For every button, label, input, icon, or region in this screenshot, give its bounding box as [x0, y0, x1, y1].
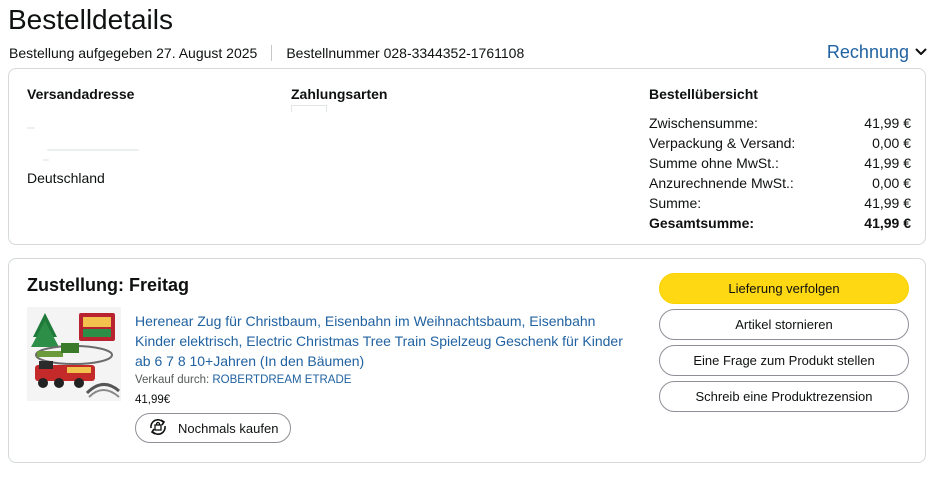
- buy-again-label: Nochmals kaufen: [178, 420, 279, 436]
- redacted-address-line: [43, 159, 49, 161]
- product-title-link[interactable]: Herenear Zug für Christbaum, Eisenbahn i…: [135, 311, 635, 371]
- redacted-address-line: [27, 127, 35, 129]
- meta-divider: [271, 45, 273, 61]
- summary-row: Zwischensumme: 41,99 €: [649, 115, 911, 131]
- seller-link[interactable]: ROBERTDREAM ETRADE: [212, 374, 351, 386]
- write-review-button[interactable]: Schreib eine Produktrezension: [659, 381, 909, 412]
- order-summary-card: Versandadresse Deutschland Zahlungsarten…: [8, 68, 926, 245]
- reorder-icon: [146, 415, 170, 442]
- track-delivery-button[interactable]: Lieferung verfolgen: [659, 273, 909, 304]
- order-date: Bestellung aufgegeben 27. August 2025: [9, 45, 258, 61]
- product-thumbnail[interactable]: [27, 307, 121, 401]
- invoice-label: Rechnung: [826, 42, 909, 62]
- shipping-address-heading: Versandadresse: [27, 86, 135, 102]
- summary-row: Anzurechnende MwSt.: 0,00 €: [649, 175, 911, 191]
- summary-row: Summe: 41,99 €: [649, 195, 911, 211]
- delivery-card: Zustellung: Freitag Herenear Zug für Chr…: [8, 258, 926, 463]
- ask-question-button[interactable]: Eine Frage zum Produkt stellen: [659, 345, 909, 376]
- summary-row: Summe ohne MwSt.: 41,99 €: [649, 155, 911, 171]
- order-overview-heading: Bestellübersicht: [649, 86, 758, 102]
- delivery-heading: Zustellung: Freitag: [27, 275, 189, 295]
- product-price: 41,99€: [135, 394, 171, 406]
- seller-info: Verkauf durch: ROBERTDREAM ETRADE: [135, 374, 351, 386]
- shipping-country: Deutschland: [27, 170, 105, 186]
- invoice-dropdown[interactable]: Rechnung: [827, 42, 927, 63]
- summary-row: Verpackung & Versand: 0,00 €: [649, 135, 911, 151]
- order-number: Bestellnummer 028-3344352-1761108: [286, 45, 525, 61]
- cancel-item-button[interactable]: Artikel stornieren: [659, 309, 909, 340]
- grand-total-row: Gesamtsumme: 41,99 €: [649, 215, 911, 231]
- payment-methods-heading: Zahlungsarten: [291, 86, 388, 102]
- order-meta: Bestellung aufgegeben 27. August 2025 Be…: [9, 45, 524, 61]
- buy-again-button[interactable]: Nochmals kaufen: [135, 413, 292, 443]
- redacted-address-line: [47, 149, 139, 151]
- order-totals: Zwischensumme: 41,99 € Verpackung & Versa…: [649, 113, 911, 233]
- chevron-down-icon: [915, 42, 927, 63]
- payment-card-icon: [291, 105, 327, 112]
- seller-prefix: Verkauf durch:: [135, 374, 213, 386]
- page-title: Bestelldetails: [8, 4, 173, 35]
